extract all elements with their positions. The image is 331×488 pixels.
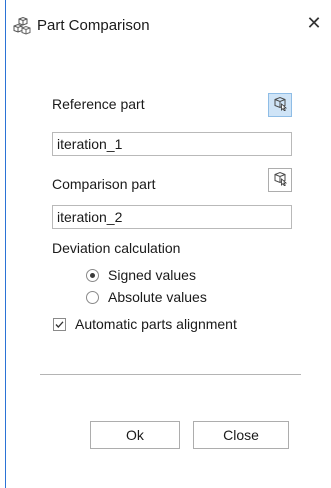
reference-part-label: Reference part (52, 96, 145, 112)
cube-select-icon (272, 95, 288, 116)
deviation-calculation-label: Deviation calculation (52, 240, 181, 256)
dialog-title: Part Comparison (37, 17, 150, 34)
divider (40, 374, 301, 375)
automatic-alignment-checkbox[interactable] (53, 317, 66, 331)
checkmark-icon (55, 320, 64, 328)
absolute-values-label: Absolute values (108, 289, 207, 305)
automatic-alignment-label: Automatic parts alignment (75, 316, 237, 332)
ok-button[interactable]: Ok (90, 421, 180, 449)
comparison-pick-button[interactable] (268, 168, 292, 192)
signed-values-label: Signed values (108, 267, 196, 283)
reference-pick-button[interactable] (268, 93, 292, 117)
radio-selected-dot (90, 272, 95, 278)
comparison-part-label: Comparison part (52, 176, 156, 192)
cube-select-icon (272, 170, 288, 191)
comparison-part-field[interactable]: iteration_2 (52, 205, 292, 229)
reference-part-field[interactable]: iteration_1 (52, 132, 292, 156)
automatic-alignment-option[interactable]: Automatic parts alignment (53, 315, 237, 333)
signed-values-radio[interactable] (86, 268, 99, 282)
title-bar[interactable]: Part Comparison ✕ (0, 0, 331, 50)
signed-values-option[interactable]: Signed values (86, 266, 196, 284)
close-button[interactable]: Close (193, 421, 289, 449)
absolute-values-radio[interactable] (86, 290, 99, 304)
part-comparison-dialog: Part Comparison ✕ Reference part iterati… (0, 0, 331, 488)
window-accent-border (5, 0, 6, 488)
absolute-values-option[interactable]: Absolute values (86, 288, 207, 306)
parts-compare-icon (12, 16, 32, 36)
close-icon[interactable]: ✕ (304, 12, 324, 34)
